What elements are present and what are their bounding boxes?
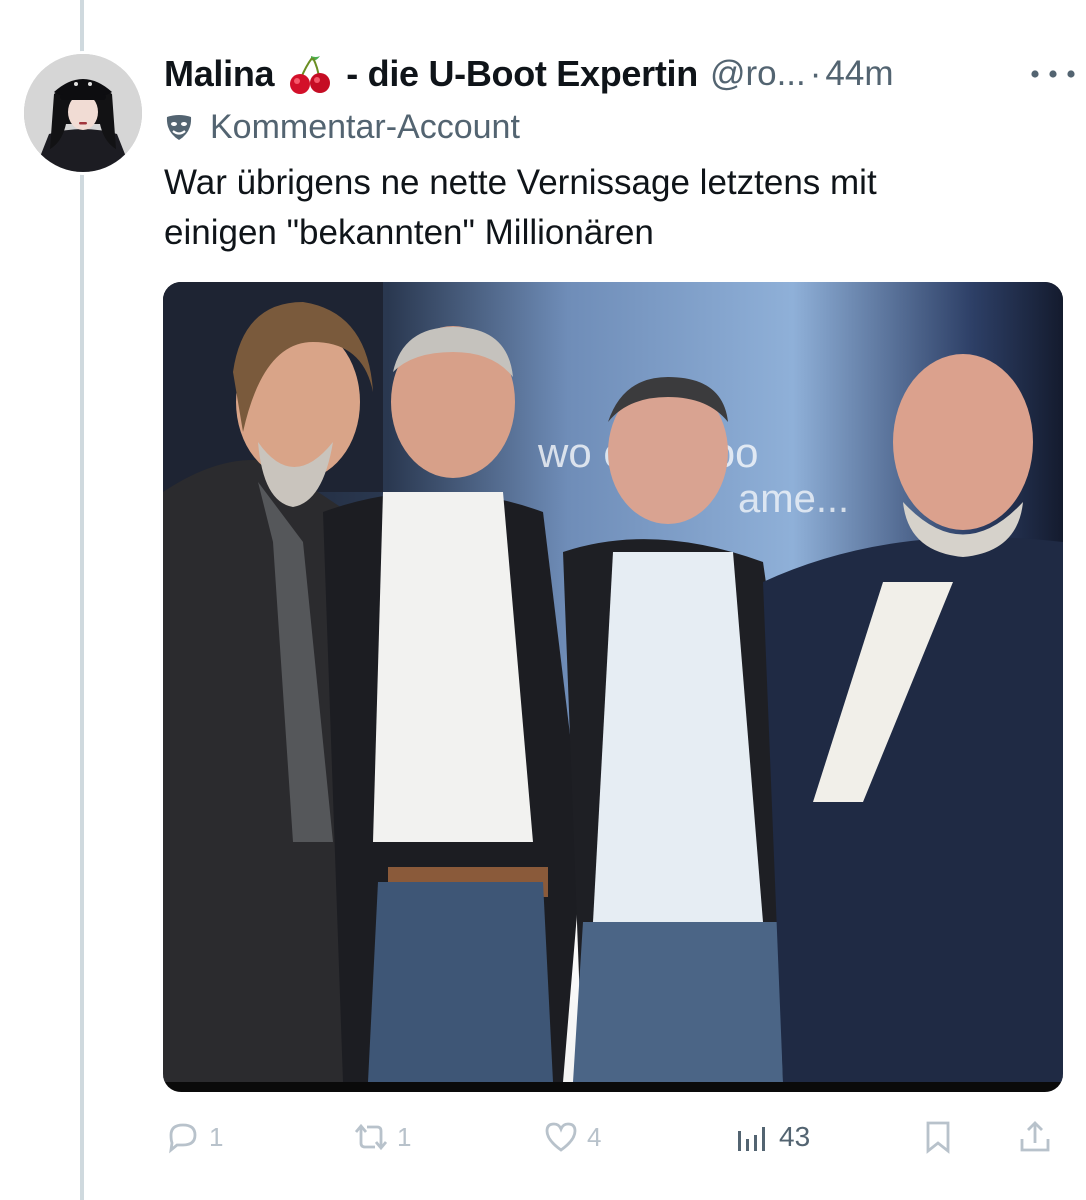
retweet-icon <box>354 1123 388 1151</box>
bookmark-button[interactable] <box>918 1112 964 1162</box>
avatar[interactable] <box>24 54 142 172</box>
tweet-text-line: War übrigens ne nette Vernissage letzten… <box>164 163 877 202</box>
display-name[interactable]: Malina <box>164 53 275 95</box>
display-name-suffix[interactable]: - die U-Boot Expertin <box>346 53 698 95</box>
like-button[interactable]: 4 <box>541 1112 601 1162</box>
views-count: 43 <box>779 1121 811 1152</box>
views-button[interactable]: 43 <box>733 1112 810 1162</box>
theater-mask-icon <box>166 115 192 140</box>
bookmark-icon <box>926 1121 950 1154</box>
tweet-photo[interactable]: wo esn't loo ame... <box>163 282 1063 1092</box>
tweet-actions: 1 1 4 43 <box>163 1112 1063 1162</box>
reply-icon <box>169 1123 197 1154</box>
avatar-image <box>24 54 142 172</box>
user-handle[interactable]: @ro... <box>710 54 806 94</box>
more-horizontal-icon[interactable] <box>1028 62 1078 86</box>
views-bar-chart-icon <box>738 1127 765 1151</box>
reply-count: 1 <box>209 1121 224 1152</box>
tweet-text: War übrigens ne nette Vernissage letzten… <box>164 158 1044 258</box>
heart-icon <box>545 1122 577 1152</box>
cherry-icon <box>286 52 334 96</box>
reply-button[interactable]: 1 <box>163 1112 223 1162</box>
backdrop-text: ame... <box>738 477 849 521</box>
retweet-button[interactable]: 1 <box>351 1112 411 1162</box>
tweet-text-line: einigen "bekannten" Millionären <box>164 213 654 252</box>
timestamp[interactable]: 44m <box>825 54 893 94</box>
account-label-text: Kommentar-Account <box>210 107 520 146</box>
share-icon <box>1020 1121 1050 1152</box>
retweet-count: 1 <box>397 1121 412 1152</box>
photo-image: wo esn't loo ame... <box>163 282 1063 1092</box>
like-count: 4 <box>587 1121 602 1152</box>
separator-dot: · <box>809 54 822 93</box>
tweet-header: Malina - die U-Boot Expertin @ro... · 44… <box>164 50 1066 98</box>
account-label: Kommentar-Account <box>164 104 520 150</box>
thread-line <box>80 0 84 1200</box>
share-button[interactable] <box>1015 1112 1061 1162</box>
